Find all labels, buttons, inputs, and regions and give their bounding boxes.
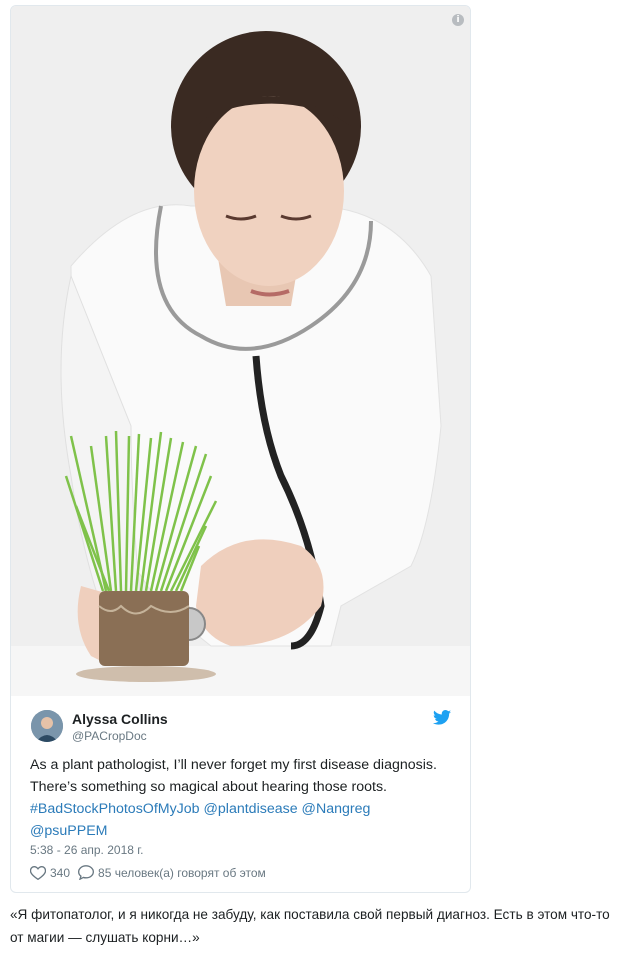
twitter-bird-icon[interactable]	[433, 710, 451, 730]
avatar[interactable]	[31, 710, 63, 742]
tweet-text-plain: As a plant pathologist, I’ll never forge…	[30, 757, 437, 795]
tweet-photo[interactable]: i	[11, 6, 470, 696]
tweet-text: As a plant pathologist, I’ll never forge…	[30, 754, 450, 842]
reply-count-text: 85 человек(а) говорят об этом	[98, 865, 266, 880]
like-count: 340	[50, 865, 71, 880]
speech-bubble-icon	[78, 865, 95, 880]
hashtag-link[interactable]: #BadStockPhotosOfMyJob	[30, 801, 200, 817]
avatar-image	[31, 710, 63, 742]
like-button[interactable]: 340	[30, 865, 71, 880]
reply-button[interactable]: 85 человек(а) говорят об этом	[78, 865, 266, 880]
caption-text: «Я фитопатолог, и я никогда не забуду, к…	[10, 907, 610, 945]
author-name[interactable]: Alyssa Collins	[72, 711, 168, 727]
stock-photo	[11, 6, 470, 696]
mention-link-plantdisease[interactable]: @plantdisease	[204, 801, 298, 817]
info-icon[interactable]: i	[452, 14, 464, 26]
heart-icon	[30, 865, 46, 880]
tweet-timestamp[interactable]: 5:38 - 26 апр. 2018 г.	[30, 843, 144, 857]
mention-link-nangreg[interactable]: @Nangreg	[302, 801, 371, 817]
author-handle[interactable]: @PACropDoc	[72, 729, 147, 743]
tweet-embed-card: i Alyssa Collins @PACropDoc As a plant p…	[10, 5, 471, 893]
mention-link-psuppem[interactable]: @psuPPEM	[30, 823, 107, 839]
tweet-actions: 340 85 человек(а) говорят об этом	[30, 865, 274, 880]
